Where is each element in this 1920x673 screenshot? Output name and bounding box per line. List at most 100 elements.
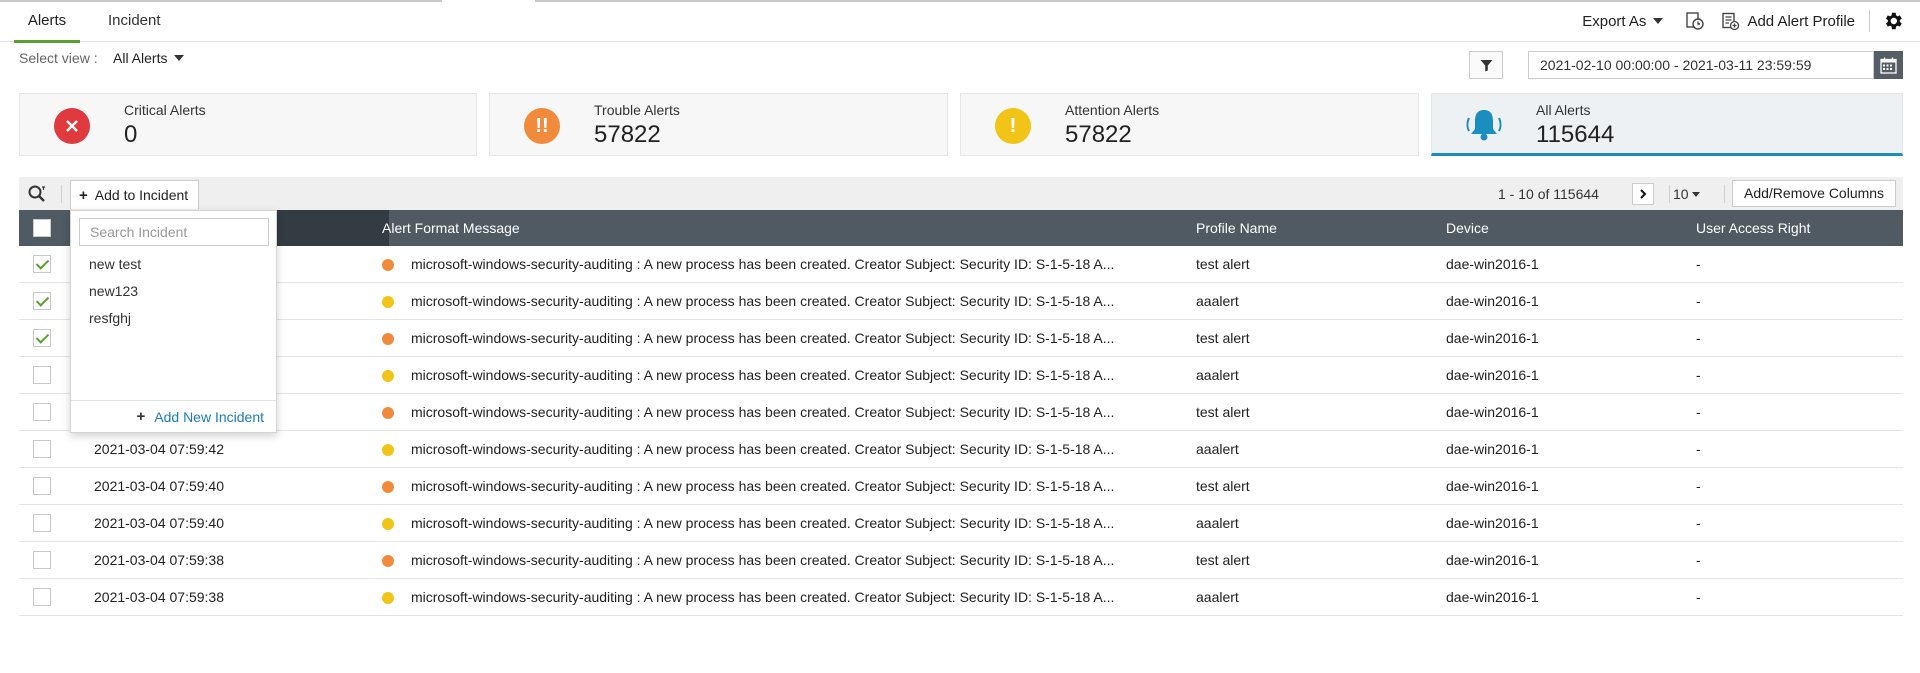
bell-icon: [1466, 110, 1502, 141]
separator: [1869, 10, 1870, 32]
export-as-dropdown[interactable]: Export As: [1582, 12, 1664, 30]
row-checkbox[interactable]: [33, 403, 51, 421]
trouble-alerts-label: Trouble Alerts: [594, 102, 680, 118]
all-alerts-count: 115644: [1536, 121, 1615, 148]
filter-button[interactable]: [1469, 51, 1503, 79]
select-all-checkbox[interactable]: [33, 219, 51, 237]
severity-dot-icon: [382, 333, 394, 345]
time-cell: 2021-03-04 07:59:40: [94, 515, 224, 531]
next-page-button[interactable]: [1632, 183, 1654, 205]
incident-option[interactable]: new123: [89, 283, 138, 299]
add-new-incident-button[interactable]: + Add New Incident: [137, 408, 265, 425]
tab-alerts[interactable]: Alerts: [14, 0, 80, 43]
row-checkbox[interactable]: [33, 440, 51, 458]
incident-option[interactable]: resfghj: [89, 310, 131, 326]
page-size-dropdown[interactable]: 10: [1673, 186, 1700, 202]
tab-incident[interactable]: Incident: [108, 0, 161, 42]
gear-icon[interactable]: [1882, 10, 1904, 32]
message-cell: microsoft-windows-security-auditing : A …: [411, 589, 1115, 605]
export-as-label: Export As: [1582, 12, 1647, 30]
profile-cell: test alert: [1196, 552, 1250, 568]
profile-cell: aaalert: [1196, 441, 1239, 457]
search-incident-input[interactable]: [79, 218, 269, 246]
calendar-icon: [1880, 57, 1897, 74]
access-cell: -: [1696, 552, 1701, 568]
severity-dot-icon: [382, 296, 394, 308]
access-cell: -: [1696, 330, 1701, 346]
profile-cell: test alert: [1196, 404, 1250, 420]
access-cell: -: [1696, 404, 1701, 420]
caret-down-icon: [1691, 191, 1700, 197]
filter-icon: [1480, 59, 1492, 71]
incident-dropdown: new test new123 resfghj + Add New Incide…: [70, 210, 277, 433]
trouble-alerts-count: 57822: [594, 121, 661, 148]
device-cell: dae-win2016-1: [1446, 515, 1539, 531]
attention-alerts-card[interactable]: ! Attention Alerts 57822: [960, 93, 1419, 156]
time-cell: 2021-03-04 07:59:40: [94, 478, 224, 494]
dropdown-footer: + Add New Incident: [71, 400, 276, 432]
row-checkbox[interactable]: [33, 588, 51, 606]
table-row[interactable]: microsoft-windows-security-auditing : A …: [19, 320, 1903, 357]
all-alerts-card[interactable]: All Alerts 115644: [1431, 93, 1903, 156]
severity-dot-icon: [382, 259, 394, 271]
trouble-alerts-card[interactable]: !! Trouble Alerts 57822: [489, 93, 948, 156]
row-checkbox[interactable]: [33, 366, 51, 384]
table-row[interactable]: 2021-03-04 07:59:42 microsoft-windows-sec…: [19, 431, 1903, 468]
table-row[interactable]: 2021-03-04 07:59:40 microsoft-windows-sec…: [19, 468, 1903, 505]
message-cell: microsoft-windows-security-auditing : A …: [411, 367, 1115, 383]
critical-alerts-label: Critical Alerts: [124, 102, 206, 118]
plus-icon: +: [136, 408, 146, 425]
table-row[interactable]: microsoft-windows-security-auditing : A …: [19, 394, 1903, 431]
row-checkbox[interactable]: [33, 551, 51, 569]
table-row[interactable]: microsoft-windows-security-auditing : A …: [19, 357, 1903, 394]
schedule-report-icon[interactable]: [1685, 11, 1705, 31]
access-cell: -: [1696, 256, 1701, 272]
row-checkbox[interactable]: [33, 255, 51, 273]
table-row[interactable]: microsoft-windows-security-auditing : A …: [19, 246, 1903, 283]
select-view-label: Select view :: [19, 50, 98, 66]
separator: [61, 185, 62, 203]
column-header-profile[interactable]: Profile Name: [1196, 210, 1277, 246]
top-bar: Alerts Incident Export As Add Alert Prof…: [0, 0, 1920, 43]
row-checkbox[interactable]: [33, 329, 51, 347]
page-size-value: 10: [1673, 186, 1689, 202]
profile-cell: test alert: [1196, 330, 1250, 346]
add-to-incident-button[interactable]: + Add to Incident: [70, 180, 200, 209]
calendar-button[interactable]: [1874, 51, 1903, 79]
device-cell: dae-win2016-1: [1446, 478, 1539, 494]
row-checkbox[interactable]: [33, 292, 51, 310]
incident-option[interactable]: new test: [89, 256, 141, 272]
message-cell: microsoft-windows-security-auditing : A …: [411, 515, 1115, 531]
view-dropdown[interactable]: All Alerts: [113, 50, 185, 66]
column-header-device[interactable]: Device: [1446, 210, 1489, 246]
table-row[interactable]: 2021-03-04 07:59:40 microsoft-windows-sec…: [19, 505, 1903, 542]
column-header-message[interactable]: Alert Format Message: [382, 210, 520, 246]
date-range-field[interactable]: 2021-02-10 00:00:00 - 2021-03-11 23:59:5…: [1528, 51, 1874, 79]
add-remove-columns-button[interactable]: Add/Remove Columns: [1732, 180, 1897, 207]
row-checkbox[interactable]: [33, 477, 51, 495]
profile-cell: aaalert: [1196, 589, 1239, 605]
time-cell: 2021-03-04 07:59:38: [94, 552, 224, 568]
access-cell: -: [1696, 367, 1701, 383]
search-icon[interactable]: [27, 184, 47, 204]
table-row[interactable]: 2021-03-04 07:59:38 microsoft-windows-sec…: [19, 579, 1903, 616]
table-row[interactable]: 2021-03-04 07:59:38 microsoft-windows-sec…: [19, 542, 1903, 579]
profile-cell: test alert: [1196, 256, 1250, 272]
table-row[interactable]: microsoft-windows-security-auditing : A …: [19, 283, 1903, 320]
severity-dot-icon: [382, 370, 394, 382]
message-cell: microsoft-windows-security-auditing : A …: [411, 478, 1115, 494]
message-cell: microsoft-windows-security-auditing : A …: [411, 256, 1115, 272]
column-header-access[interactable]: User Access Right: [1696, 210, 1810, 246]
critical-alerts-card[interactable]: Critical Alerts 0: [19, 93, 477, 156]
profile-cell: test alert: [1196, 478, 1250, 494]
device-cell: dae-win2016-1: [1446, 293, 1539, 309]
critical-alerts-count: 0: [124, 121, 138, 148]
trouble-icon: !!: [524, 108, 560, 144]
device-cell: dae-win2016-1: [1446, 441, 1539, 457]
header-actions: Export As Add Alert Profile: [1582, 0, 1920, 42]
access-cell: -: [1696, 441, 1701, 457]
device-cell: dae-win2016-1: [1446, 330, 1539, 346]
add-alert-profile-button[interactable]: Add Alert Profile: [1721, 12, 1855, 30]
time-column-header[interactable]: [274, 210, 389, 246]
row-checkbox[interactable]: [33, 514, 51, 532]
